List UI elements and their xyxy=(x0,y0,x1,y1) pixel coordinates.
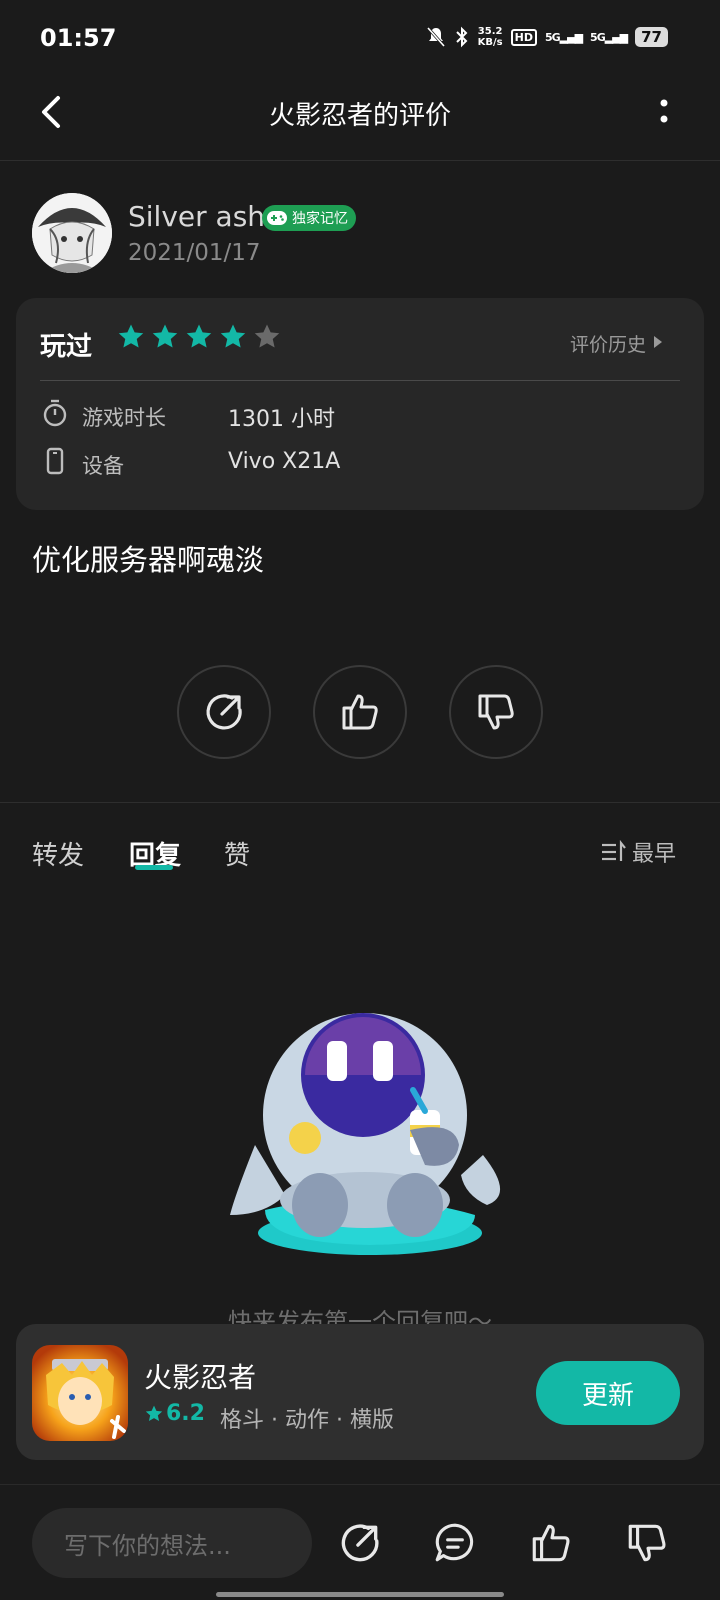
tab-reposts[interactable]: 转发 xyxy=(32,835,84,872)
like-button[interactable] xyxy=(313,665,407,759)
star-filled-icon xyxy=(220,324,246,348)
battery-indicator: 77 xyxy=(635,27,668,47)
phone-device-icon xyxy=(46,447,64,475)
device-value: Vivo X21A xyxy=(228,449,341,474)
signal-5g-2: 5G▂▄▆ xyxy=(590,30,628,44)
net-speed-value: 35.2 xyxy=(477,26,503,37)
avatar-image xyxy=(32,193,112,273)
empty-state-mascot-illustration xyxy=(230,1013,501,1255)
badge-label: 独家记忆 xyxy=(292,211,348,227)
played-label: 玩过 xyxy=(40,332,93,362)
star-filled-icon xyxy=(152,324,178,348)
star-filled-icon xyxy=(186,324,212,348)
play-time-label: 游戏时长 xyxy=(82,406,166,430)
thumbs-down-icon[interactable] xyxy=(624,1520,670,1566)
comment-input[interactable]: 写下你的想法... xyxy=(32,1508,312,1578)
signal-5g-1: 5G▂▄▆ xyxy=(544,30,583,44)
share-button[interactable] xyxy=(177,665,271,759)
active-tab-indicator xyxy=(135,865,173,870)
naruto-game-icon xyxy=(32,1345,128,1441)
update-button[interactable]: 更新 xyxy=(536,1361,680,1425)
game-app-icon[interactable] xyxy=(32,1345,128,1441)
username[interactable]: Silver ash xyxy=(128,200,265,233)
review-text: 优化服务器啊魂淡 xyxy=(32,543,265,577)
tab-likes[interactable]: 赞 xyxy=(224,835,250,872)
sort-toggle[interactable]: 最早 xyxy=(600,836,676,868)
star-empty-icon xyxy=(254,324,280,348)
rating-history-link[interactable]: 评价历史 xyxy=(570,330,646,357)
gamepad-icon xyxy=(267,211,287,225)
page-title: 火影忍者的评价 xyxy=(268,101,451,131)
star-filled-icon xyxy=(118,324,144,348)
empty-replies-hint: 快来发布第一个回复吧～ xyxy=(228,1308,492,1326)
share-icon xyxy=(206,694,242,730)
status-time: 01:57 xyxy=(40,24,117,52)
star-icon xyxy=(145,1405,163,1421)
home-indicator[interactable] xyxy=(216,1592,504,1597)
play-time-value: 1301 小时 xyxy=(228,407,335,432)
dislike-button[interactable] xyxy=(449,665,543,759)
card-divider xyxy=(40,380,680,381)
game-name: 火影忍者 xyxy=(144,1361,257,1394)
hd-indicator: HD xyxy=(510,28,537,46)
comment-icon[interactable] xyxy=(432,1520,478,1566)
thumbs-up-icon xyxy=(342,694,378,730)
stopwatch-icon xyxy=(43,399,67,427)
header-divider xyxy=(0,160,720,161)
share-icon[interactable] xyxy=(337,1520,383,1566)
thumbs-down-icon xyxy=(478,694,514,730)
bluetooth-icon xyxy=(455,26,468,48)
net-speed-unit: KB/s xyxy=(477,37,503,48)
exclusive-memory-badge: 独家记忆 xyxy=(262,205,356,231)
avatar[interactable] xyxy=(32,193,112,273)
section-divider xyxy=(0,802,720,803)
rating-stars xyxy=(116,322,282,352)
bottom-divider xyxy=(0,1484,720,1485)
mute-bell-icon xyxy=(426,27,445,47)
sort-label: 最早 xyxy=(631,842,676,867)
net-speed: 35.2 KB/s xyxy=(478,26,503,48)
signal-1-label: 5G xyxy=(544,30,561,44)
more-options-icon[interactable] xyxy=(656,96,672,128)
game-rating-value: 6.2 xyxy=(166,1401,205,1426)
thumbs-up-icon[interactable] xyxy=(528,1520,574,1566)
triangle-right-icon xyxy=(654,336,662,348)
status-icons: 35.2 KB/s HD 5G▂▄▆ 5G▂▄▆ 77 xyxy=(426,26,668,48)
device-label: 设备 xyxy=(82,454,124,478)
sort-icon xyxy=(601,840,626,861)
signal-2-label: 5G xyxy=(590,30,606,44)
game-tags: 格斗 · 动作 · 横版 xyxy=(220,1408,394,1433)
post-date: 2021/01/17 xyxy=(128,240,261,266)
game-rating: 6.2 xyxy=(144,1401,205,1426)
